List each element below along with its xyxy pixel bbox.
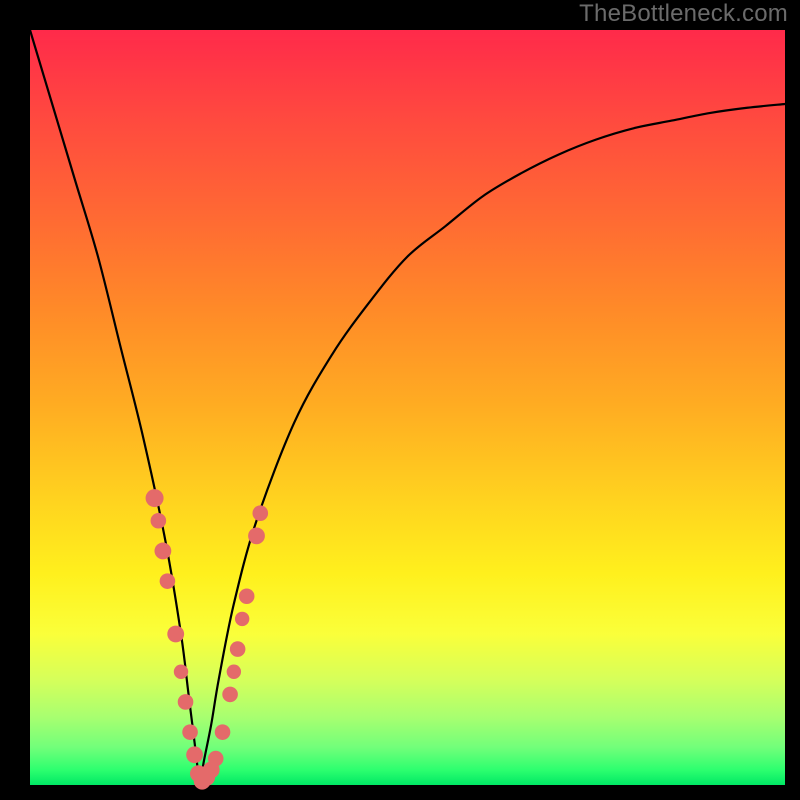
chart-svg (30, 30, 785, 785)
sample-marker (239, 588, 255, 604)
sample-marker (160, 573, 176, 589)
sample-marker (227, 665, 241, 679)
sample-marker (248, 527, 265, 544)
sample-marker (151, 513, 167, 529)
sample-marker (146, 489, 164, 507)
sample-marker (154, 543, 171, 560)
plot-area (30, 30, 785, 785)
sample-marker (252, 505, 268, 521)
sample-marker (230, 641, 246, 657)
watermark-text: TheBottleneck.com (579, 0, 788, 28)
sample-marker (215, 724, 231, 740)
sample-marker (186, 746, 203, 763)
sample-marker (174, 665, 188, 679)
bottleneck-curve (30, 30, 785, 785)
sample-marker (222, 687, 238, 703)
sample-marker (178, 694, 194, 710)
sample-marker (182, 724, 198, 740)
sample-marker (235, 612, 249, 626)
sample-marker (167, 626, 184, 643)
sample-marker (208, 751, 224, 767)
chart-frame: TheBottleneck.com (0, 0, 800, 800)
